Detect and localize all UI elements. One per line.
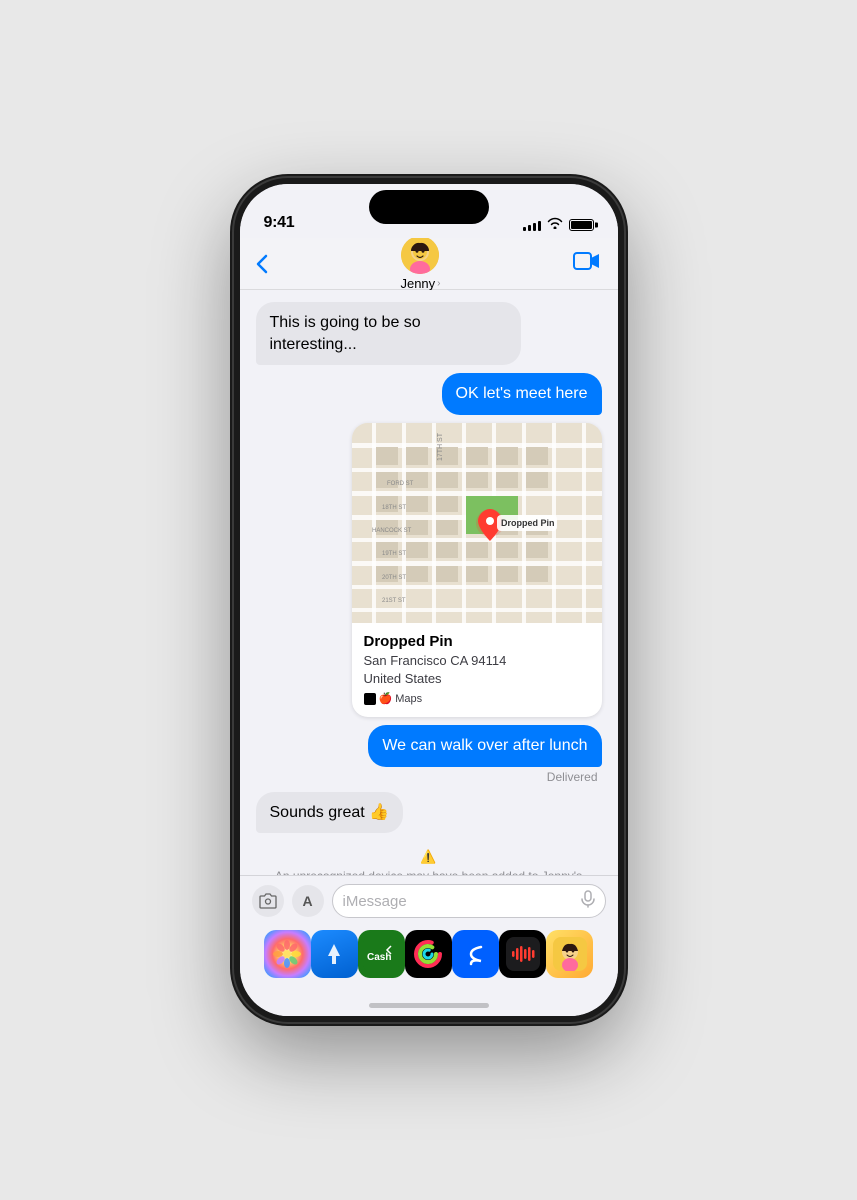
appstore-button[interactable]: A — [292, 885, 324, 917]
message-row: We can walk over after lunch Delivered — [248, 725, 610, 784]
warning-icon: ⚠️ — [420, 849, 436, 865]
security-notice-text: An unrecognized device may have been add… — [272, 868, 586, 875]
signal-bar-4 — [538, 221, 541, 231]
message-row-map: 17TH ST FORD ST 18TH ST HANCOCK ST 19TH … — [248, 423, 610, 717]
svg-text:HANCOCK ST: HANCOCK ST — [372, 528, 412, 534]
dynamic-island — [369, 190, 489, 224]
messages-area[interactable]: This is going to be so interesting... OK… — [240, 290, 618, 875]
map-pin-name: Dropped Pin — [364, 633, 590, 650]
map-visual: 17TH ST FORD ST 18TH ST HANCOCK ST 19TH … — [352, 423, 602, 623]
outgoing-bubble-walk[interactable]: We can walk over after lunch — [368, 725, 601, 767]
message-row: OK let's meet here — [248, 373, 610, 415]
svg-text:17TH ST: 17TH ST — [437, 432, 444, 461]
map-info: Dropped Pin San Francisco CA 94114 Unite… — [352, 623, 602, 717]
avatar — [401, 236, 439, 274]
app-dock: Cash — [252, 926, 606, 986]
status-icons — [523, 217, 594, 232]
input-area: A iMessage — [240, 875, 618, 994]
dock-app-voice-memos[interactable] — [499, 930, 546, 978]
back-button[interactable] — [256, 254, 268, 274]
outgoing-bubble[interactable]: OK let's meet here — [442, 373, 602, 415]
phone-screen: 9:41 — [240, 184, 618, 1016]
dock-app-fitness-rings[interactable] — [405, 930, 452, 978]
dock-app-memoji[interactable] — [546, 930, 593, 978]
phone-frame: 9:41 — [234, 178, 624, 1022]
imessage-placeholder: iMessage — [343, 893, 407, 910]
svg-text:20TH ST: 20TH ST — [382, 575, 406, 581]
svg-text:18TH ST: 18TH ST — [382, 505, 406, 511]
status-time: 9:41 — [264, 214, 295, 232]
map-card[interactable]: 17TH ST FORD ST 18TH ST HANCOCK ST 19TH … — [352, 423, 602, 717]
svg-text:FORD ST: FORD ST — [387, 481, 414, 487]
dock-app-photos[interactable] — [264, 930, 311, 978]
contact-header[interactable]: Jenny › — [400, 236, 440, 291]
svg-text:Dropped Pin: Dropped Pin — [501, 518, 555, 528]
dock-app-appstore[interactable] — [311, 930, 358, 978]
maps-label: 🍎 Maps — [379, 692, 423, 705]
chevron-right-icon: › — [437, 278, 440, 289]
svg-text:21ST ST: 21ST ST — [382, 598, 406, 604]
video-call-button[interactable] — [573, 251, 601, 277]
security-notice: ⚠️ An unrecognized device may have been … — [248, 841, 610, 875]
map-address: San Francisco CA 94114 United States — [364, 652, 590, 688]
incoming-bubble[interactable]: This is going to be so interesting... — [256, 302, 522, 365]
home-indicator — [240, 994, 618, 1016]
dock-app-apple-cash[interactable]: Cash — [358, 930, 405, 978]
map-source: 🍎 Maps — [364, 692, 590, 705]
svg-text:Cash: Cash — [367, 952, 391, 963]
input-row: A iMessage — [252, 884, 606, 918]
camera-button[interactable] — [252, 885, 284, 917]
signal-bar-1 — [523, 227, 526, 231]
svg-text:19TH ST: 19TH ST — [382, 551, 406, 557]
imessage-input[interactable]: iMessage — [332, 884, 606, 918]
contact-name: Jenny › — [400, 276, 440, 291]
home-bar — [369, 1003, 489, 1008]
wifi-icon — [547, 217, 563, 232]
battery-fill — [571, 221, 592, 229]
message-row: This is going to be so interesting... — [248, 302, 610, 365]
message-row: Sounds great 👍 — [248, 792, 610, 834]
delivered-status: Delivered — [547, 770, 602, 784]
signal-bar-3 — [533, 223, 536, 231]
battery-icon — [569, 219, 594, 231]
signal-bar-2 — [528, 225, 531, 231]
mic-icon — [581, 890, 595, 913]
nav-bar: Jenny › — [240, 238, 618, 290]
signal-bars — [523, 219, 541, 231]
dock-app-shazam[interactable] — [452, 930, 499, 978]
incoming-bubble-sounds[interactable]: Sounds great 👍 — [256, 792, 404, 834]
